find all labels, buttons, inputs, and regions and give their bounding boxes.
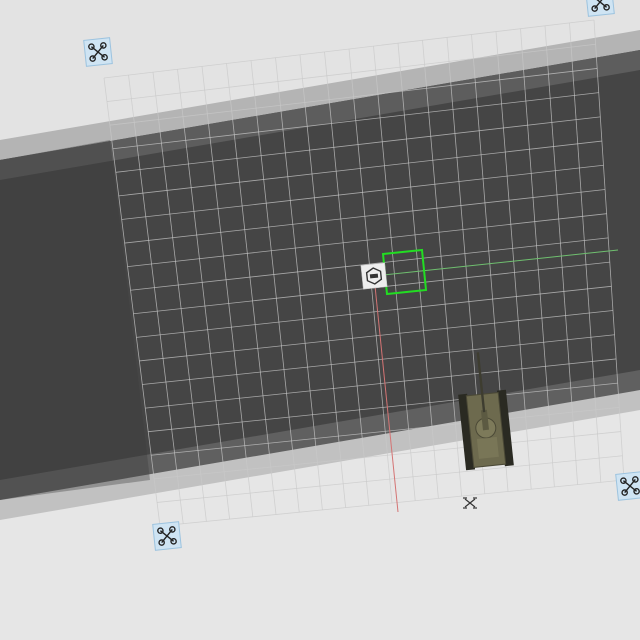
corner-marker-top-left[interactable] bbox=[83, 37, 113, 67]
corner-marker-bottom-left[interactable] bbox=[152, 521, 182, 551]
corner-marker-bottom-right[interactable] bbox=[615, 471, 640, 501]
game-viewport[interactable] bbox=[0, 0, 640, 640]
center-marker[interactable] bbox=[360, 262, 388, 290]
corner-marker-top-right[interactable] bbox=[585, 0, 615, 17]
